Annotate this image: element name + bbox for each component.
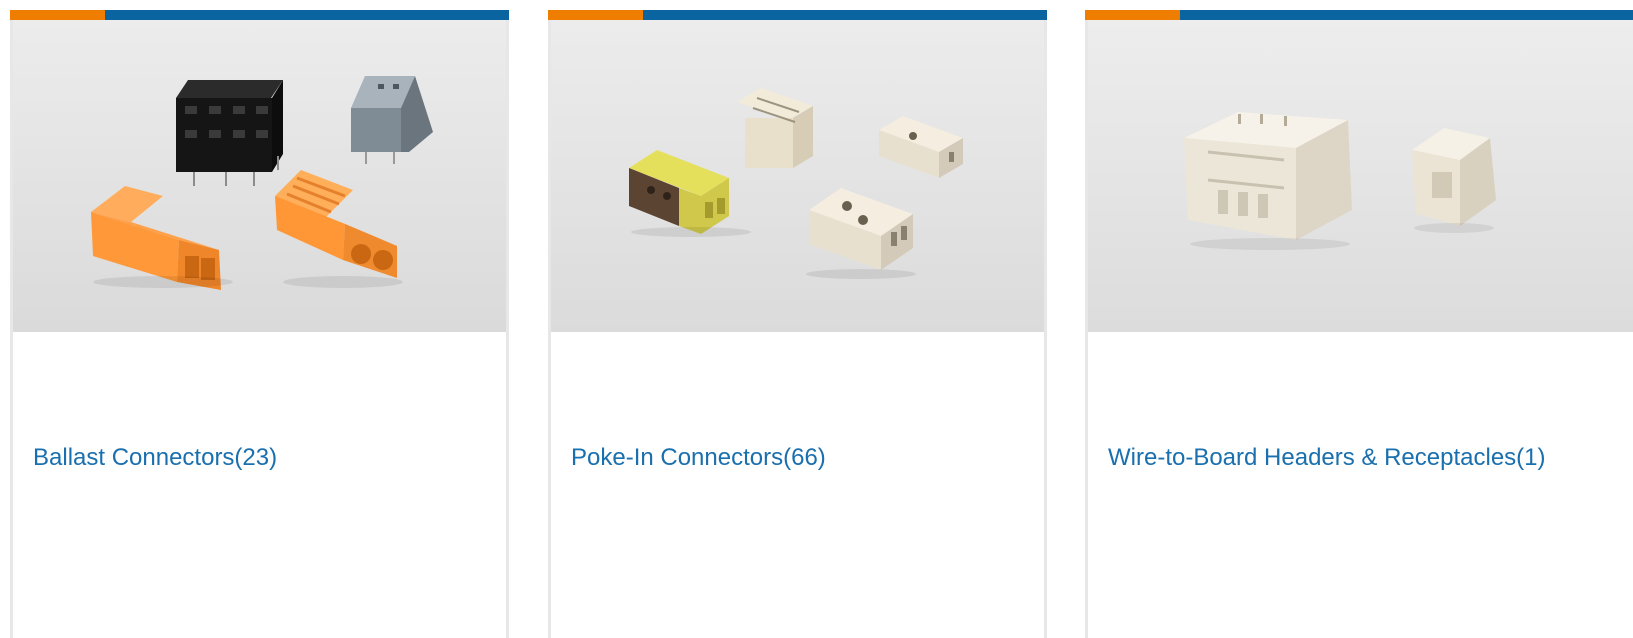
card-top-bar <box>10 10 509 20</box>
category-link-poke-in-connectors[interactable]: Poke-In Connectors(66) <box>571 438 1038 478</box>
category-link-ballast-connectors[interactable]: Ballast Connectors(23) <box>33 438 500 478</box>
white-header-part <box>1184 112 1352 240</box>
category-card-ballast-connectors[interactable]: Ballast Connectors(23) <box>10 10 509 638</box>
category-link-wire-to-board-headers[interactable]: Wire-to-Board Headers & Receptacles(1) <box>1108 438 1573 478</box>
poke-in-connectors-photo[interactable] <box>551 20 1044 332</box>
card-top-bar <box>548 10 1047 20</box>
accent-stripe <box>548 10 643 20</box>
ballast-connectors-photo[interactable] <box>13 20 506 332</box>
category-title[interactable]: Poke-In Connectors(66) <box>571 444 826 471</box>
accent-stripe <box>10 10 105 20</box>
category-card-wire-to-board-headers[interactable]: Wire-to-Board Headers & Receptacles(1) <box>1085 10 1633 638</box>
brand-stripe <box>105 10 509 20</box>
category-card-poke-in-connectors[interactable]: Poke-In Connectors(66) <box>548 10 1047 638</box>
category-title[interactable]: Ballast Connectors(23) <box>33 444 277 471</box>
card-top-bar <box>1085 10 1633 20</box>
black-header-part <box>176 80 283 186</box>
brand-stripe <box>1180 10 1633 20</box>
category-grid: Ballast Connectors(23) Poke-In Connector… <box>0 0 1633 638</box>
category-title[interactable]: Wire-to-Board Headers & Receptacles(1) <box>1108 444 1546 471</box>
wire-to-board-headers-photo[interactable] <box>1088 20 1633 332</box>
accent-stripe <box>1085 10 1180 20</box>
brand-stripe <box>643 10 1047 20</box>
